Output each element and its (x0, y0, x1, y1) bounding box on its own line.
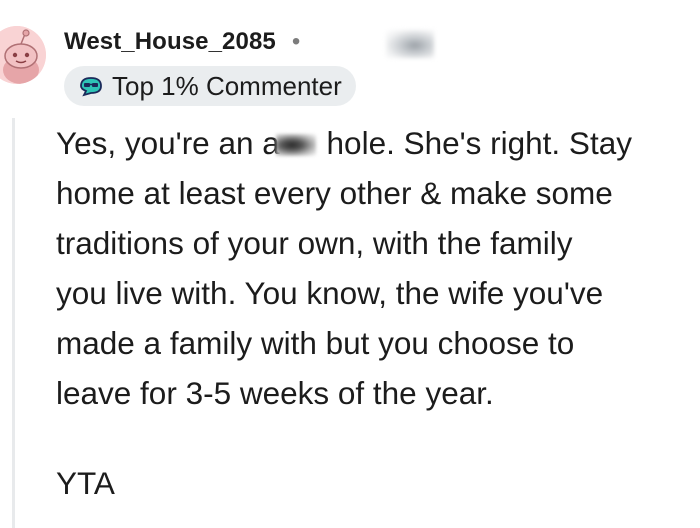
avatar[interactable] (0, 26, 46, 84)
comment-line: Yes, you're an a hole. She's right. Stay (56, 118, 686, 168)
comment-line: leave for 3-5 weeks of the year. (56, 375, 494, 411)
verdict-text: YTA (56, 465, 115, 501)
top-commenter-badge-icon (80, 77, 102, 97)
badge-label: Top 1% Commenter (112, 70, 342, 101)
comment-text: Yes, you're an a (56, 125, 280, 161)
thread-line[interactable] (12, 118, 15, 528)
blurred-timestamp (386, 30, 434, 58)
top-commenter-badge[interactable]: Top 1% Commenter (64, 66, 356, 106)
comment-line: you live with. You know, the wife you've (56, 275, 604, 311)
comment-line: home at least every other & make some (56, 175, 613, 211)
comment-line: made a family with but you choose to (56, 325, 575, 361)
censored-word (275, 134, 316, 156)
comment-body: Yes, you're an a hole. She's right. Stay… (56, 118, 686, 418)
username-link[interactable]: West_House_2085 (64, 28, 276, 56)
comment-text: hole. She's right. Stay (326, 125, 632, 161)
meta-separator: • (291, 28, 301, 55)
comment-header: West_House_2085 • (64, 28, 300, 56)
snoo-avatar-icon (0, 26, 46, 84)
comment-line: traditions of your own, with the family (56, 225, 573, 261)
